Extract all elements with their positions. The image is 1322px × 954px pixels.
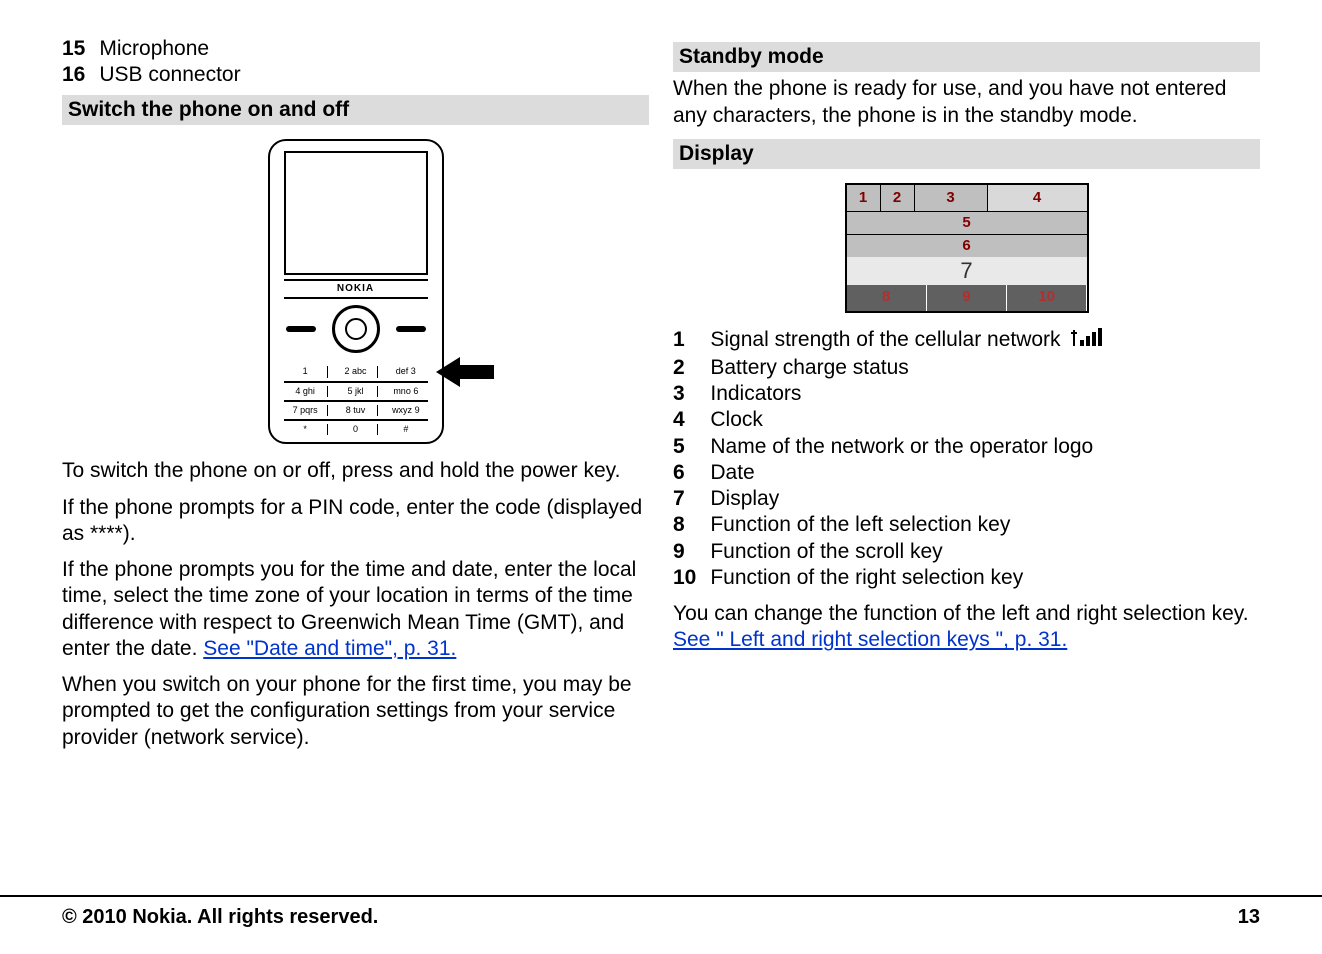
part-number: 15	[62, 36, 99, 62]
phone-illustration: NOKIA 12 abcdef 3 4 ghi5 jklmno 6 7 pqrs…	[268, 139, 444, 445]
parts-list-continued: 15 Microphone 16 USB connector	[62, 36, 241, 89]
diag-region-7: 7	[847, 257, 1087, 285]
legend-number: 8	[673, 512, 710, 538]
diag-region-2: 2	[881, 185, 915, 212]
phone-screen-icon	[284, 151, 428, 275]
diag-region-1: 1	[847, 185, 881, 212]
legend-number: 3	[673, 381, 710, 407]
legend-number: 6	[673, 460, 710, 486]
paragraph-change-keys-text: You can change the function of the left …	[673, 602, 1249, 625]
diag-region-9: 9	[927, 285, 1007, 311]
paragraph-pin: If the phone prompts for a PIN code, ent…	[62, 495, 649, 548]
legend-text: Function of the right selection key	[710, 565, 1104, 591]
legend-number: 5	[673, 434, 710, 460]
diag-region-5: 5	[847, 212, 1087, 235]
phone-power-key-figure: NOKIA 12 abcdef 3 4 ghi5 jklmno 6 7 pqrs…	[62, 139, 649, 445]
signal-strength-icon	[1070, 328, 1104, 355]
right-column: Standby mode When the phone is ready for…	[673, 36, 1260, 761]
heading-switch-on-off: Switch the phone on and off	[62, 95, 649, 125]
paragraph-standby: When the phone is ready for use, and you…	[673, 76, 1260, 129]
left-column: 15 Microphone 16 USB connector Switch th…	[62, 36, 649, 761]
phone-keypad: 12 abcdef 3 4 ghi5 jklmno 6 7 pqrs8 tuvw…	[284, 363, 428, 438]
diag-region-3: 3	[915, 185, 988, 212]
paragraph-first-time: When you switch on your phone for the fi…	[62, 672, 649, 751]
link-date-time[interactable]: See "Date and time", p. 31.	[203, 637, 456, 660]
page-number: 13	[1238, 905, 1260, 930]
legend-text: Signal strength of the cellular network	[710, 327, 1104, 355]
left-softkey-icon	[286, 326, 316, 332]
right-softkey-icon	[396, 326, 426, 332]
display-diagram: 1 2 3 4 5 6 7 8 9 10	[845, 183, 1089, 313]
phone-nav-area	[286, 305, 426, 353]
heading-standby: Standby mode	[673, 42, 1260, 72]
paragraph-date: If the phone prompts you for the time an…	[62, 557, 649, 662]
diag-region-10: 10	[1007, 285, 1086, 311]
power-key-arrow-icon	[436, 355, 496, 396]
copyright-text: © 2010 Nokia. All rights reserved.	[62, 905, 378, 930]
legend-text: Date	[710, 460, 1104, 486]
legend-text: Name of the network or the operator logo	[710, 434, 1104, 460]
paragraph-change-keys: You can change the function of the left …	[673, 601, 1260, 654]
legend-text: Function of the scroll key	[710, 539, 1104, 565]
legend-text: Display	[710, 486, 1104, 512]
legend-number: 10	[673, 565, 710, 591]
display-legend-list: 1 Signal strength of the cellular networ…	[673, 327, 1104, 592]
legend-number: 4	[673, 407, 710, 433]
part-label: USB connector	[99, 62, 240, 88]
legend-number: 1	[673, 327, 710, 355]
diag-region-6: 6	[847, 235, 1087, 257]
page-footer: © 2010 Nokia. All rights reserved. 13	[0, 895, 1322, 930]
link-selection-keys[interactable]: See " Left and right selection keys ", p…	[673, 628, 1067, 651]
diag-region-4: 4	[988, 185, 1087, 212]
legend-number: 2	[673, 355, 710, 381]
legend-text: Battery charge status	[710, 355, 1104, 381]
phone-brand-label: NOKIA	[284, 279, 428, 300]
legend-text: Function of the left selection key	[710, 512, 1104, 538]
part-number: 16	[62, 62, 99, 88]
legend-text: Indicators	[710, 381, 1104, 407]
display-diagram-figure: 1 2 3 4 5 6 7 8 9 10	[673, 183, 1260, 313]
legend-number: 9	[673, 539, 710, 565]
diag-region-8: 8	[847, 285, 927, 311]
heading-display: Display	[673, 139, 1260, 169]
legend-number: 7	[673, 486, 710, 512]
nav-ring-icon	[332, 305, 380, 353]
paragraph-switch: To switch the phone on or off, press and…	[62, 458, 649, 484]
legend-text: Clock	[710, 407, 1104, 433]
part-label: Microphone	[99, 36, 240, 62]
